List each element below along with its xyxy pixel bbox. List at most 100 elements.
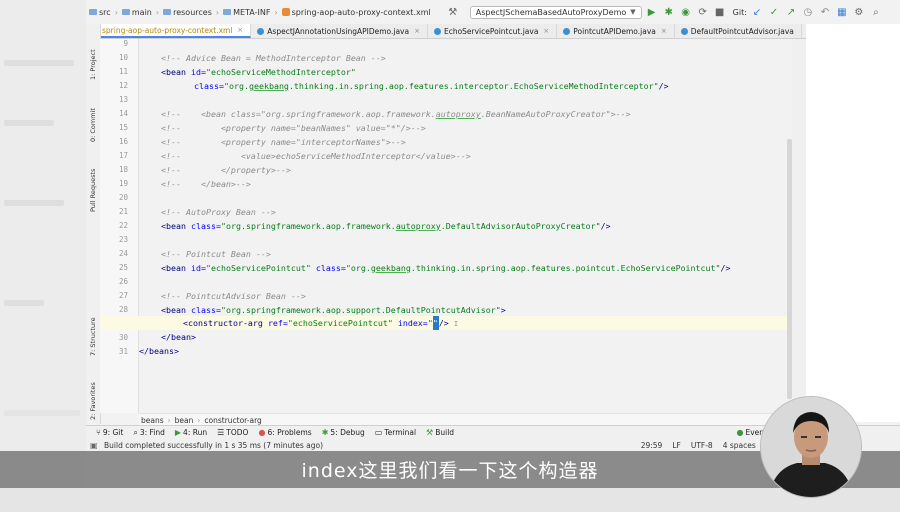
tool-find[interactable]: ⌕ 3: Find bbox=[133, 428, 165, 438]
git-update-icon[interactable]: ↙ bbox=[750, 5, 764, 19]
tab-default-pointcut-advisor[interactable]: DefaultPointcutAdvisor.java bbox=[675, 24, 802, 38]
code-line-22: <!-- AutoProxy Bean --> bbox=[161, 207, 276, 217]
tool-debug[interactable]: ✱ 5: Debug bbox=[322, 428, 365, 437]
line-number: 28 bbox=[118, 305, 128, 314]
code-line-23: <bean class="org.springframework.aop.fra… bbox=[161, 221, 611, 231]
tab-pointcut-api-demo[interactable]: PointcutAPIDemo.java × bbox=[557, 24, 675, 38]
code-line-16: <!-- <property name="interceptorNames">-… bbox=[161, 137, 406, 147]
tool-terminal[interactable]: ▭ Terminal bbox=[375, 428, 416, 437]
breadcrumb-constructor-arg[interactable]: constructor-arg bbox=[204, 416, 261, 425]
close-icon[interactable]: × bbox=[237, 26, 243, 34]
nav-crumb-src[interactable]: src bbox=[86, 8, 114, 17]
line-number: 26 bbox=[118, 277, 128, 286]
run-icon[interactable]: ▶ bbox=[645, 5, 659, 19]
close-icon[interactable]: × bbox=[414, 27, 420, 35]
right-tool-strip bbox=[792, 39, 806, 413]
tool-run[interactable]: ▶ 4: Run bbox=[175, 428, 207, 437]
presenter-webcam bbox=[760, 396, 862, 498]
tool-favorites[interactable]: 2: Favorites bbox=[86, 368, 100, 420]
close-icon[interactable]: × bbox=[543, 27, 549, 35]
file-encoding[interactable]: UTF-8 bbox=[691, 441, 713, 450]
nav-crumb-resources[interactable]: resources bbox=[160, 8, 215, 17]
breadcrumb-bean[interactable]: bean bbox=[175, 416, 194, 425]
hammer-icon[interactable]: ⚒ bbox=[446, 5, 460, 19]
tool-problems[interactable]: ● 6: Problems bbox=[258, 428, 311, 437]
status-message: Build completed successfully in 1 s 35 m… bbox=[104, 440, 323, 450]
history-icon[interactable]: ◷ bbox=[801, 5, 815, 19]
java-class-icon bbox=[433, 27, 441, 35]
code-editor[interactable]: <!-- Advice Bean = MethodInterceptor Bea… bbox=[139, 39, 787, 413]
code-line-19: <!-- </bean>--> bbox=[161, 179, 251, 189]
tab-label: PointcutAPIDemo.java bbox=[573, 26, 656, 36]
run-configuration-select[interactable]: AspectJSchemaBasedAutoProxyDemo ▼ bbox=[469, 5, 642, 19]
event-log-icon: ● bbox=[736, 428, 744, 437]
close-icon[interactable]: × bbox=[661, 27, 667, 35]
nav-crumb-meta-inf[interactable]: META-INF bbox=[220, 8, 273, 17]
screenshot-frame: src › main › resources › META-INF › spri… bbox=[0, 0, 900, 512]
run-icon: ▶ bbox=[174, 428, 182, 437]
code-line-10: <!-- Advice Bean = MethodInterceptor Bea… bbox=[161, 53, 386, 63]
text-caret-icon: I bbox=[453, 320, 459, 328]
line-number: 11 bbox=[118, 67, 128, 76]
debug-icon: ✱ bbox=[321, 428, 329, 437]
profile-icon[interactable]: ⟳ bbox=[696, 5, 710, 19]
chevron-right-icon: › bbox=[167, 415, 171, 425]
code-line-11: <bean id="echoServiceMethodInterceptor" bbox=[161, 67, 356, 77]
line-separator[interactable]: LF bbox=[672, 441, 681, 450]
git-icon: ⑂ bbox=[96, 428, 101, 437]
breadcrumb-beans[interactable]: beans bbox=[141, 416, 164, 425]
code-line-31: </bean> bbox=[161, 332, 196, 342]
code-line-30: <constructor-arg ref="echoServicePointcu… bbox=[183, 316, 459, 330]
line-number: 21 bbox=[118, 207, 128, 216]
project-structure-icon[interactable]: ▦ bbox=[835, 5, 849, 19]
chevron-right-icon: › bbox=[197, 415, 201, 425]
line-number: 12 bbox=[118, 81, 128, 90]
tool-todo[interactable]: ☰ TODO bbox=[217, 428, 248, 437]
line-number: 15 bbox=[118, 123, 128, 132]
coverage-icon[interactable]: ◉ bbox=[679, 5, 693, 19]
line-number: 19 bbox=[118, 179, 128, 188]
line-number: 9 bbox=[123, 39, 128, 48]
search-icon[interactable]: ⌕ bbox=[869, 5, 883, 19]
folder-icon bbox=[121, 9, 130, 15]
line-number-gutter: 9 10 11 12 13 14 15 16 17 18 19 20 21 22… bbox=[100, 39, 139, 413]
nav-crumb-main[interactable]: main bbox=[119, 8, 155, 17]
status-bar-toggle-icon[interactable]: ▣ bbox=[90, 441, 98, 450]
settings-icon[interactable]: ⚙ bbox=[852, 5, 866, 19]
git-commit-icon[interactable]: ✓ bbox=[767, 5, 781, 19]
code-line-25: <!-- Pointcut Bean --> bbox=[161, 249, 271, 259]
folder-icon bbox=[163, 9, 172, 15]
line-number: 16 bbox=[118, 137, 128, 146]
presenter-avatar bbox=[761, 397, 861, 497]
editor-tab-bar: spring-aop-auto-proxy-context.xml × Aspec… bbox=[86, 24, 876, 39]
tool-event-log[interactable]: ● Even bbox=[736, 428, 764, 437]
git-push-icon[interactable]: ↗ bbox=[784, 5, 798, 19]
java-class-icon bbox=[680, 27, 688, 35]
caret-position[interactable]: 29:59 bbox=[641, 441, 663, 450]
folder-icon bbox=[223, 9, 232, 15]
tab-spring-aop-auto-proxy-context[interactable]: spring-aop-auto-proxy-context.xml × bbox=[86, 24, 252, 38]
tool-build[interactable]: ⚒ Build bbox=[426, 428, 454, 437]
code-line-17: <!-- <value>echoServiceMethodInterceptor… bbox=[161, 151, 471, 161]
line-number: 10 bbox=[118, 53, 128, 62]
line-number: 14 bbox=[118, 109, 128, 118]
tab-label: DefaultPointcutAdvisor.java bbox=[690, 26, 794, 36]
debug-icon[interactable]: ✱ bbox=[662, 5, 676, 19]
tool-git[interactable]: ⑂ 9: Git bbox=[96, 428, 123, 437]
tab-aspectj-annotation-demo[interactable]: AspectJAnnotationUsingAPIDemo.java × bbox=[251, 24, 428, 38]
todo-icon: ☰ bbox=[217, 428, 225, 437]
tab-echo-service-pointcut[interactable]: EchoServicePointcut.java × bbox=[428, 24, 558, 38]
code-line-26: <bean id="echoServicePointcut" class="or… bbox=[161, 263, 731, 273]
stop-icon[interactable]: ■ bbox=[713, 5, 727, 19]
bottom-blurred-strip bbox=[0, 488, 900, 512]
chevron-down-icon: ▼ bbox=[630, 8, 636, 16]
tab-label: spring-aop-auto-proxy-context.xml bbox=[102, 25, 233, 35]
line-number: 23 bbox=[118, 235, 128, 244]
folder-icon bbox=[89, 9, 97, 15]
terminal-icon: ▭ bbox=[374, 428, 383, 437]
right-blank-area bbox=[806, 24, 900, 422]
nav-crumb-current-file[interactable]: spring-aop-auto-proxy-context.xml bbox=[279, 8, 434, 17]
line-number: 22 bbox=[118, 221, 128, 230]
rollback-icon[interactable]: ↶ bbox=[818, 5, 832, 19]
indent-setting[interactable]: 4 spaces bbox=[723, 441, 756, 450]
